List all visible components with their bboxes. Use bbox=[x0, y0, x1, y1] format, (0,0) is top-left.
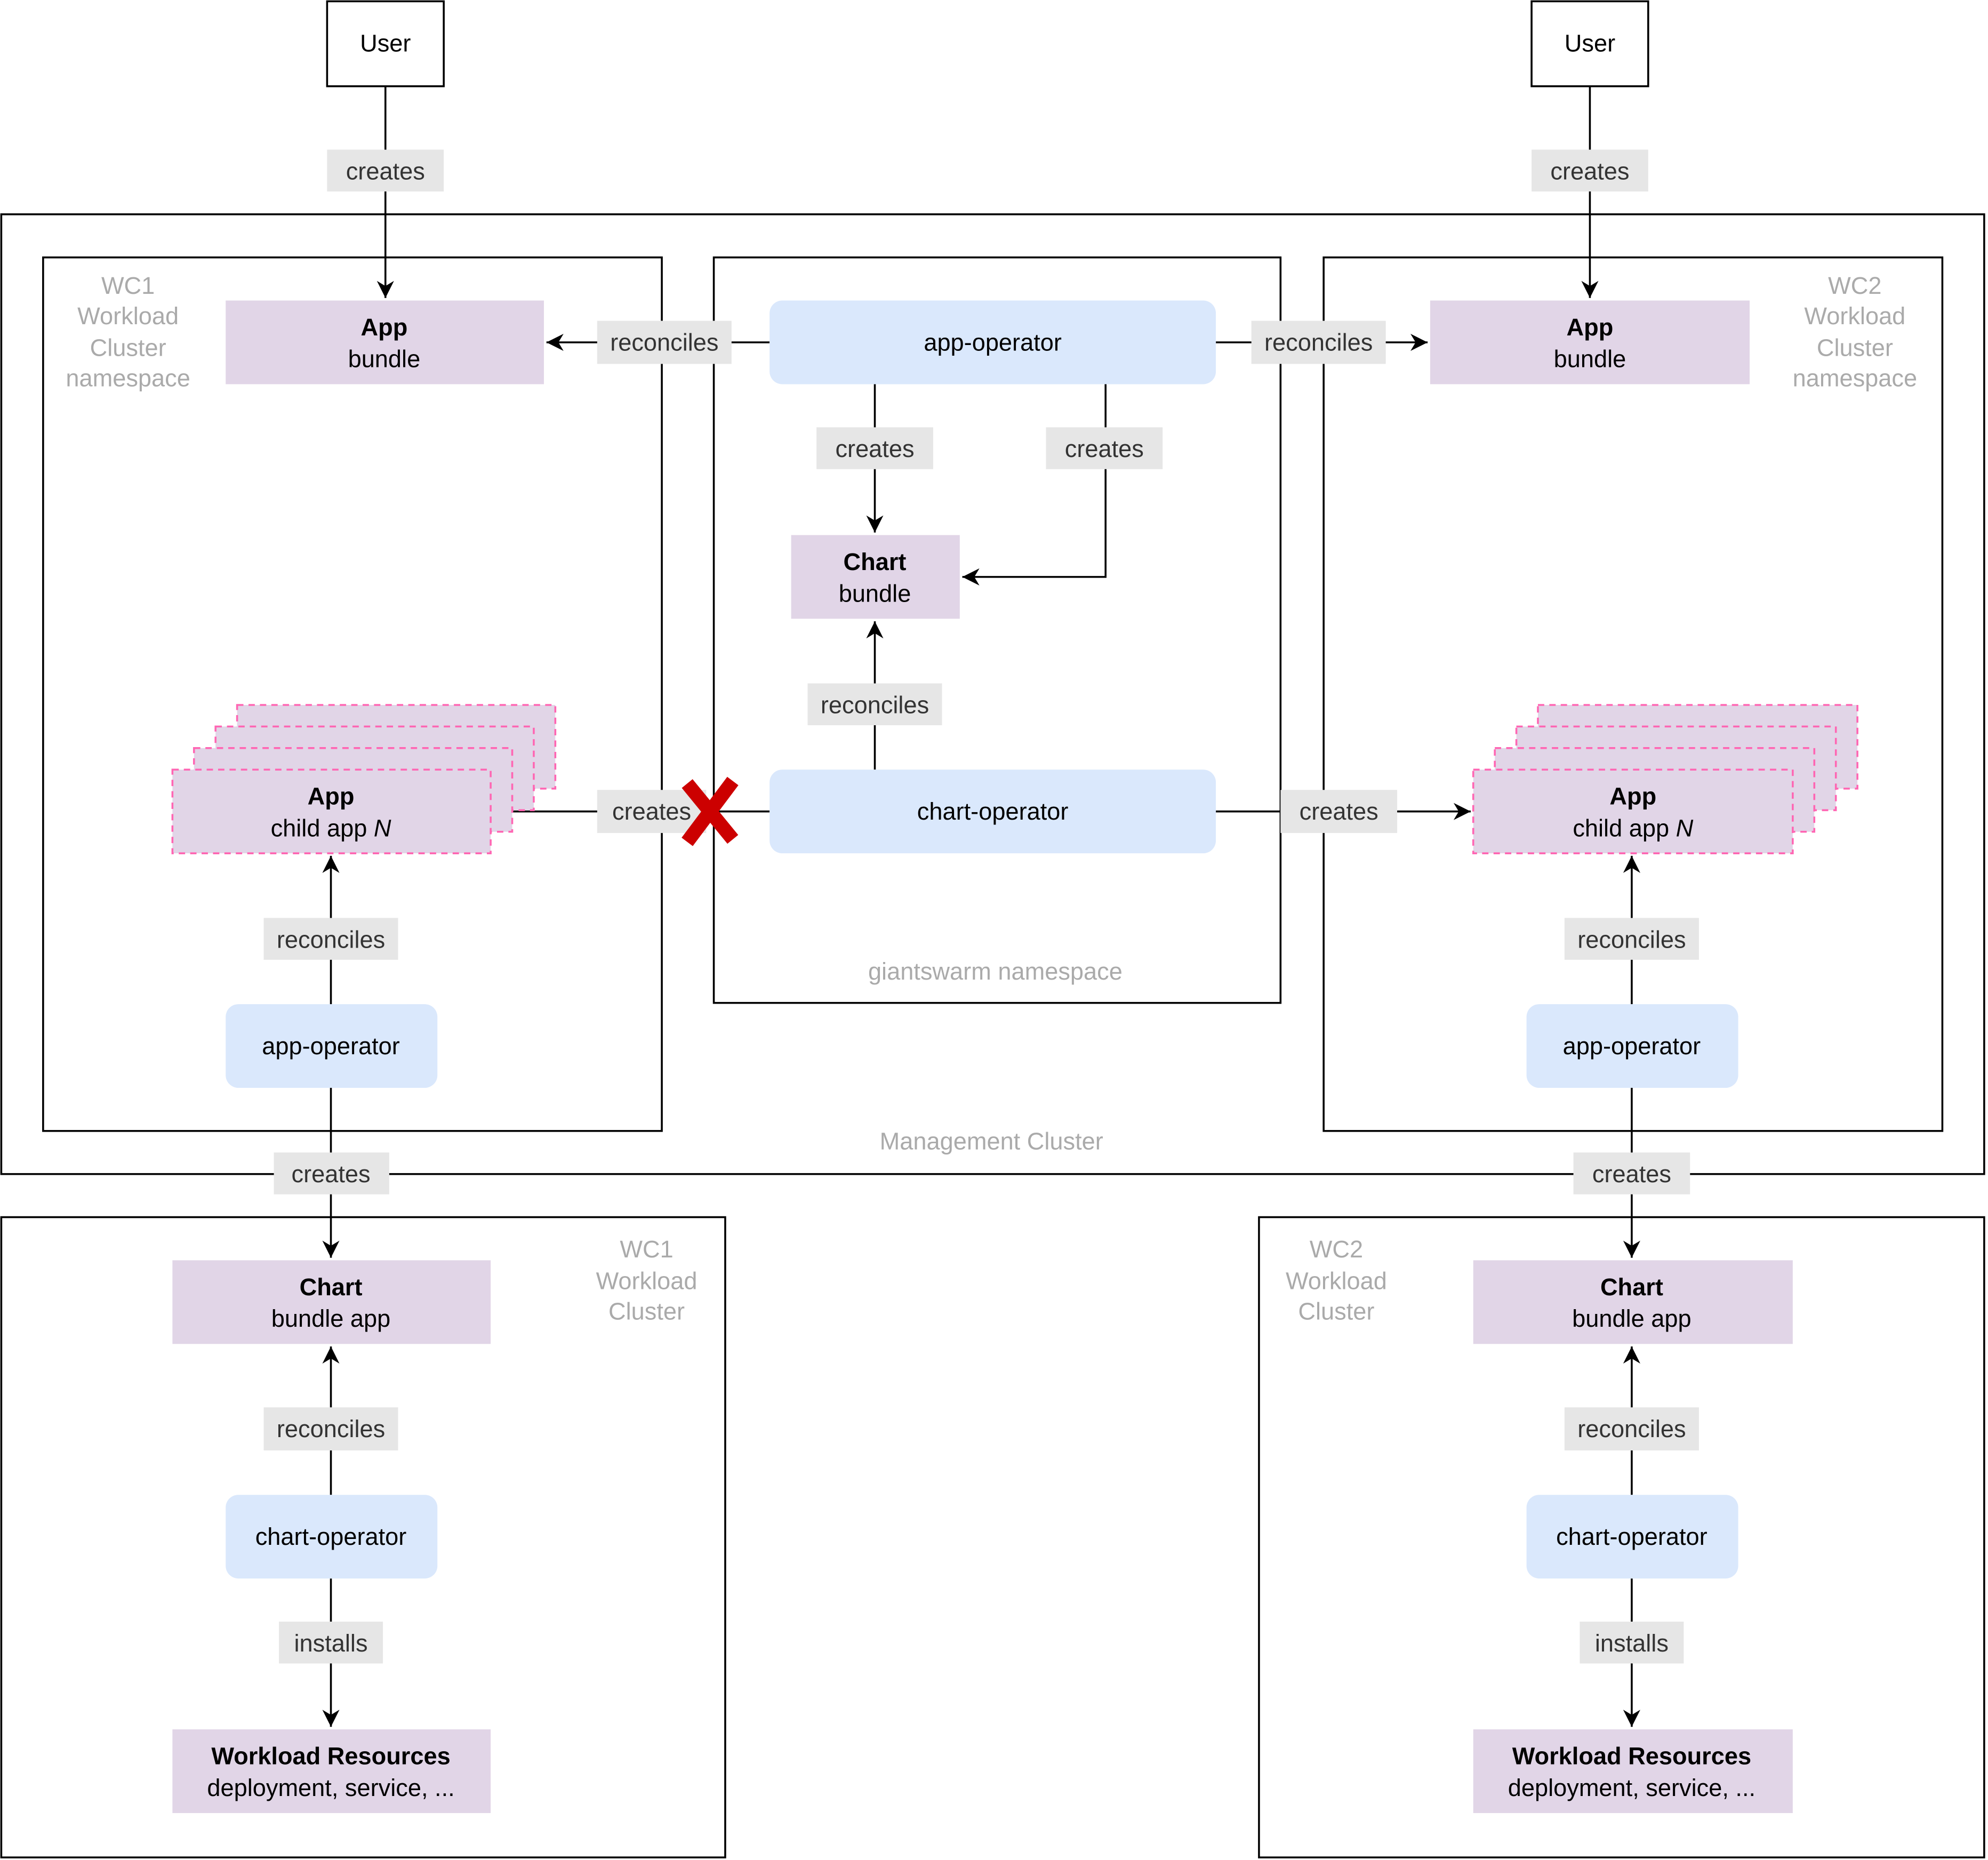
user-right-label: User bbox=[1565, 29, 1615, 57]
chart-bundle-sub: bundle bbox=[839, 580, 911, 607]
edge-label-reconciles: reconciles bbox=[821, 691, 929, 718]
child-app-stack-wc1[interactable]: App child app N bbox=[171, 704, 557, 854]
chart-bundle-app-wc1-sub: bundle app bbox=[271, 1305, 391, 1332]
edge-label-creates: creates bbox=[291, 1160, 370, 1188]
wc1-cluster-label: WC1 Workload Cluster bbox=[596, 1235, 698, 1325]
app-bundle-wc2-title: App bbox=[1567, 314, 1614, 341]
edge-label-creates: creates bbox=[346, 158, 425, 185]
workload-resources-wc1-title: Workload Resources bbox=[211, 1742, 450, 1769]
chart-bundle-app-wc2-sub: bundle app bbox=[1572, 1305, 1691, 1332]
management-cluster-label: Management Cluster bbox=[880, 1127, 1103, 1155]
child-app-wc1-sub: child app N bbox=[271, 814, 391, 841]
child-app-stack-wc2[interactable]: App child app N bbox=[1472, 704, 1858, 854]
chart-bundle-app-wc1-title: Chart bbox=[300, 1273, 363, 1301]
edge-label-creates: creates bbox=[835, 435, 914, 462]
giantswarm-namespace-label: giantswarm namespace bbox=[868, 958, 1123, 985]
user-left-label: User bbox=[360, 29, 411, 57]
app-bundle-wc1-title: App bbox=[361, 314, 408, 341]
edge-label-creates-blocked: creates bbox=[612, 798, 691, 825]
edge-label-creates: creates bbox=[1300, 798, 1378, 825]
chart-operator-wc2-label: chart-operator bbox=[1556, 1523, 1708, 1550]
app-bundle-wc1-sub: bundle bbox=[348, 345, 421, 372]
workload-resources-wc2-sub: deployment, service, ... bbox=[1508, 1774, 1755, 1801]
child-app-wc2-sub: child app N bbox=[1573, 814, 1693, 841]
app-operator-mc-label: app-operator bbox=[924, 329, 1062, 356]
child-app-wc2-title: App bbox=[1609, 783, 1656, 810]
app-operator-wc2-label: app-operator bbox=[1563, 1032, 1701, 1060]
chart-bundle-app-wc2-title: Chart bbox=[1600, 1273, 1663, 1301]
edge-label-reconciles: reconciles bbox=[1577, 1415, 1686, 1442]
workload-resources-wc2-title: Workload Resources bbox=[1512, 1742, 1751, 1769]
wc2-cluster-label: WC2 Workload Cluster bbox=[1286, 1235, 1387, 1325]
chart-bundle-title: Chart bbox=[844, 548, 907, 575]
edge-label-creates: creates bbox=[1592, 1160, 1671, 1188]
wc1-namespace-label: WC1 Workload Cluster namespace bbox=[66, 272, 190, 392]
edge-label-reconciles: reconciles bbox=[1577, 926, 1686, 953]
chart-operator-wc1-label: chart-operator bbox=[255, 1523, 407, 1550]
child-app-wc1-title: App bbox=[308, 783, 355, 810]
edge-label-reconciles: reconciles bbox=[277, 926, 385, 953]
architecture-diagram: Management Cluster giantswarm namespace … bbox=[0, 0, 1985, 1858]
edge-label-reconciles: reconciles bbox=[277, 1415, 385, 1442]
app-operator-wc1-label: app-operator bbox=[262, 1032, 400, 1060]
chart-operator-mc-label: chart-operator bbox=[917, 798, 1069, 825]
edge-label-creates: creates bbox=[1550, 158, 1629, 185]
edge-label-creates: creates bbox=[1065, 435, 1144, 462]
edge-label-installs: installs bbox=[1595, 1630, 1669, 1657]
edge-label-reconciles: reconciles bbox=[1264, 329, 1373, 356]
edge-label-reconciles: reconciles bbox=[610, 329, 718, 356]
workload-resources-wc1-sub: deployment, service, ... bbox=[207, 1774, 454, 1801]
app-bundle-wc2-sub: bundle bbox=[1554, 345, 1626, 372]
edge-label-installs: installs bbox=[294, 1630, 368, 1657]
wc2-namespace-label: WC2 Workload Cluster namespace bbox=[1793, 272, 1917, 392]
